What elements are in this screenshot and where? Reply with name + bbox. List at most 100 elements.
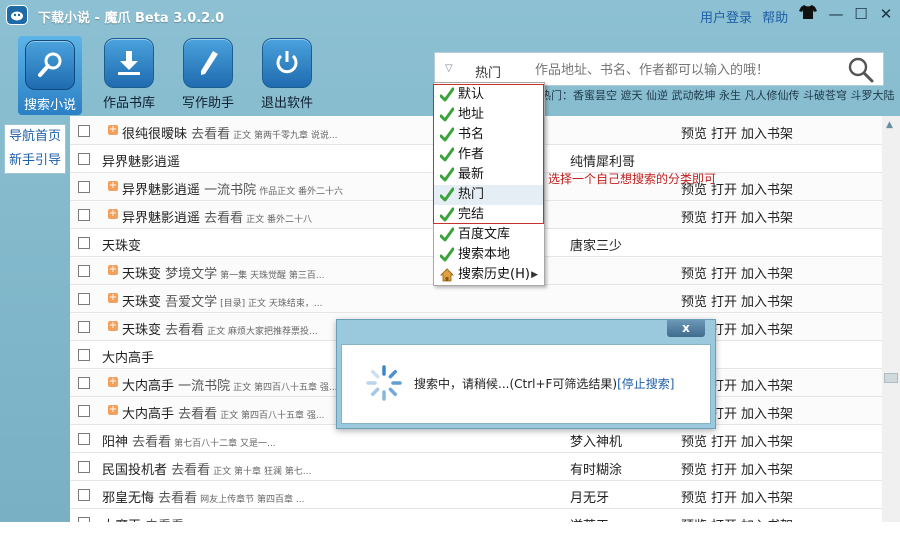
table-row[interactable]: + 天珠变 吾爱文学 [目录] 正文 天珠结束，... 预览 打开 加入书架 — [70, 285, 882, 313]
add-to-shelf-link[interactable]: 加入书架 — [741, 267, 793, 282]
row-checkbox[interactable] — [78, 321, 90, 333]
expand-icon[interactable]: + — [108, 181, 118, 191]
row-title[interactable]: 天珠变 梦境文学 第一集 天珠觉醒 第三百... — [122, 263, 324, 282]
menu-item[interactable]: 搜索历史(H) ▶ — [434, 265, 544, 285]
open-link[interactable]: 打开 — [711, 435, 737, 450]
preview-link[interactable]: 预览 — [681, 211, 707, 226]
table-row[interactable]: 邪皇无悔 去看看 网友上传章节 第四百章 ... 月无牙 预览 打开 加入书架 — [70, 481, 882, 509]
add-to-shelf-link[interactable]: 加入书架 — [741, 519, 793, 522]
preview-link[interactable]: 预览 — [681, 127, 707, 142]
row-title[interactable]: 天珠变 吾爱文学 [目录] 正文 天珠结束，... — [122, 291, 323, 310]
close-button[interactable]: ✕ — [876, 4, 896, 24]
row-title[interactable]: 邪皇无悔 去看看 网友上传章节 第四百章 ... — [102, 487, 304, 506]
scrollbar[interactable]: ▲ — [882, 116, 900, 522]
open-link[interactable]: 打开 — [711, 267, 737, 282]
scroll-up-icon[interactable]: ▲ — [886, 120, 893, 130]
menu-item[interactable]: 百度文库 — [434, 225, 544, 245]
menu-item[interactable]: 地址 — [434, 105, 544, 125]
expand-icon[interactable]: + — [108, 405, 118, 415]
open-link[interactable]: 打开 — [711, 295, 737, 310]
row-checkbox[interactable] — [78, 153, 90, 165]
row-title[interactable]: 民国投机者 去看看 正文 第十章 狂澜 第七... — [102, 459, 311, 478]
toolbar-exit[interactable]: 退出软件 — [252, 38, 322, 111]
row-title[interactable]: 大内高手 去看看 正文 第四百八十五章 强... — [122, 403, 324, 422]
maximize-button[interactable]: ☐ — [851, 4, 871, 24]
row-title[interactable]: 异界魅影逍遥 一流书院 作品正文 番外二十六 — [122, 179, 343, 198]
row-checkbox[interactable] — [78, 489, 90, 501]
chevron-down-icon[interactable]: ▽ — [445, 63, 453, 74]
row-checkbox[interactable] — [78, 461, 90, 473]
menu-item[interactable]: 热门 — [434, 185, 544, 205]
add-to-shelf-link[interactable]: 加入书架 — [741, 211, 793, 226]
row-title[interactable]: 阳神 去看看 第七百八十二章 又是一... — [102, 431, 276, 450]
dialog-close-button[interactable]: x — [667, 320, 705, 337]
row-title[interactable]: 天珠变 去看看 正文 麻烦大家把推荐票投... — [122, 319, 318, 338]
row-checkbox[interactable] — [78, 433, 90, 445]
expand-icon[interactable]: + — [108, 265, 118, 275]
menu-item[interactable]: 最新 — [434, 165, 544, 185]
expand-icon[interactable]: + — [108, 125, 118, 135]
row-checkbox[interactable] — [78, 293, 90, 305]
expand-icon[interactable]: + — [108, 321, 118, 331]
login-link[interactable]: 用户登录 — [700, 11, 752, 26]
row-checkbox[interactable] — [78, 517, 90, 522]
menu-item[interactable]: 书名 — [434, 125, 544, 145]
add-to-shelf-link[interactable]: 加入书架 — [741, 491, 793, 506]
table-row[interactable]: 阳神 去看看 第七百八十二章 又是一... 梦入神机 预览 打开 加入书架 — [70, 425, 882, 453]
hot-keywords[interactable]: 热门：香蜜昙空 遮天 仙逆 武动乾坤 永生 凡人修仙传 斗破苍穹 斗罗大陆 — [540, 87, 894, 103]
help-link[interactable]: 帮助 — [762, 11, 788, 26]
toolbar-writing[interactable]: 写作助手 — [173, 38, 243, 111]
scroll-thumb[interactable] — [884, 373, 898, 383]
menu-item[interactable]: 作者 — [434, 145, 544, 165]
add-to-shelf-link[interactable]: 加入书架 — [741, 183, 793, 198]
add-to-shelf-link[interactable]: 加入书架 — [741, 463, 793, 478]
open-link[interactable]: 打开 — [711, 127, 737, 142]
search-category[interactable]: 热门 — [475, 62, 501, 81]
expand-icon[interactable]: + — [108, 209, 118, 219]
expand-icon[interactable]: + — [108, 293, 118, 303]
add-to-shelf-link[interactable]: 加入书架 — [741, 407, 793, 422]
row-checkbox[interactable] — [78, 209, 90, 221]
preview-link[interactable]: 预览 — [681, 435, 707, 450]
menu-item[interactable]: 搜索本地 — [434, 245, 544, 265]
toolbar-library[interactable]: 作品书库 — [94, 38, 164, 111]
preview-link[interactable]: 预览 — [681, 491, 707, 506]
add-to-shelf-link[interactable]: 加入书架 — [741, 435, 793, 450]
search-input[interactable] — [535, 59, 835, 81]
table-row[interactable]: 大魔王 去看看正文 总结和新书... 逆苍天预览 打开 加入书架 — [70, 509, 882, 522]
open-link[interactable]: 打开 — [711, 463, 737, 478]
preview-link[interactable]: 预览 — [681, 463, 707, 478]
row-title[interactable]: 很纯很暧昧 去看看 正文 第两千零九章 说说... — [122, 123, 337, 142]
menu-item[interactable]: 完结 — [434, 205, 544, 225]
row-checkbox[interactable] — [78, 181, 90, 193]
minimize-button[interactable]: — — [826, 4, 846, 24]
shirt-icon[interactable] — [798, 4, 818, 24]
row-title[interactable]: 异界魅影逍遥 去看看 正文 番外二十八 — [122, 207, 312, 226]
preview-link[interactable]: 预览 — [681, 267, 707, 282]
open-link[interactable]: 打开 — [711, 519, 737, 522]
preview-link[interactable]: 预览 — [681, 519, 707, 522]
add-to-shelf-link[interactable]: 加入书架 — [741, 379, 793, 394]
nav-guide-link[interactable]: 新手引导 — [5, 149, 65, 173]
stop-search-link[interactable]: [停止搜索] — [617, 377, 674, 391]
menu-item[interactable]: 默认 — [434, 85, 544, 105]
expand-icon[interactable]: + — [108, 377, 118, 387]
open-link[interactable]: 打开 — [711, 211, 737, 226]
nav-home-link[interactable]: 导航首页 — [5, 125, 65, 149]
table-row[interactable]: 民国投机者 去看看 正文 第十章 狂澜 第七... 有时糊涂 预览 打开 加入书架 — [70, 453, 882, 481]
row-checkbox[interactable] — [78, 265, 90, 277]
search-button[interactable] — [847, 56, 875, 84]
row-checkbox[interactable] — [78, 125, 90, 137]
row-checkbox[interactable] — [78, 349, 90, 361]
add-to-shelf-link[interactable]: 加入书架 — [741, 295, 793, 310]
row-title[interactable]: 大魔王 去看看正文 总结和新书... — [102, 515, 262, 522]
add-to-shelf-link[interactable]: 加入书架 — [741, 323, 793, 338]
row-title[interactable]: 大内高手 — [102, 347, 154, 366]
row-checkbox[interactable] — [78, 405, 90, 417]
preview-link[interactable]: 预览 — [681, 295, 707, 310]
row-checkbox[interactable] — [78, 237, 90, 249]
open-link[interactable]: 打开 — [711, 491, 737, 506]
add-to-shelf-link[interactable]: 加入书架 — [741, 127, 793, 142]
row-checkbox[interactable] — [78, 377, 90, 389]
row-title[interactable]: 天珠变 — [102, 235, 141, 254]
